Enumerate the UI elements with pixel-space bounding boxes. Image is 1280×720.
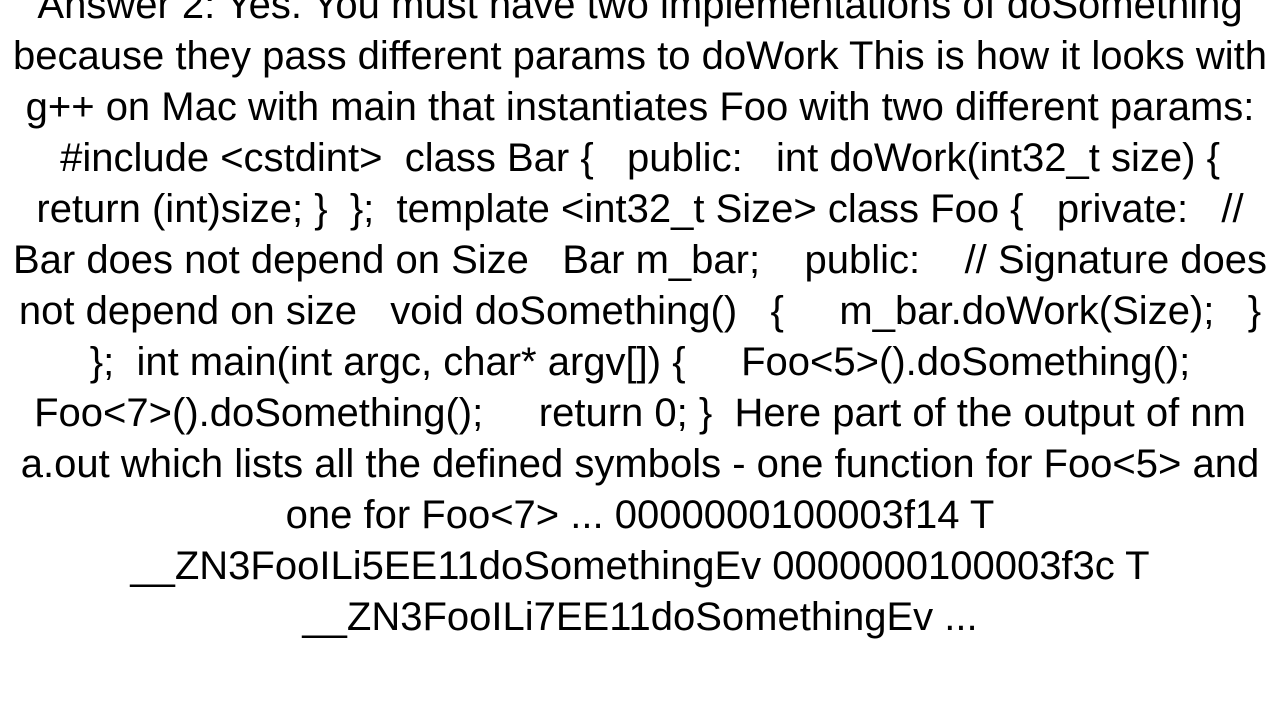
answer-body-text: Answer 2: Yes. You must have two impleme…: [10, 0, 1270, 643]
document-viewport: Answer 2: Yes. You must have two impleme…: [0, 0, 1280, 700]
